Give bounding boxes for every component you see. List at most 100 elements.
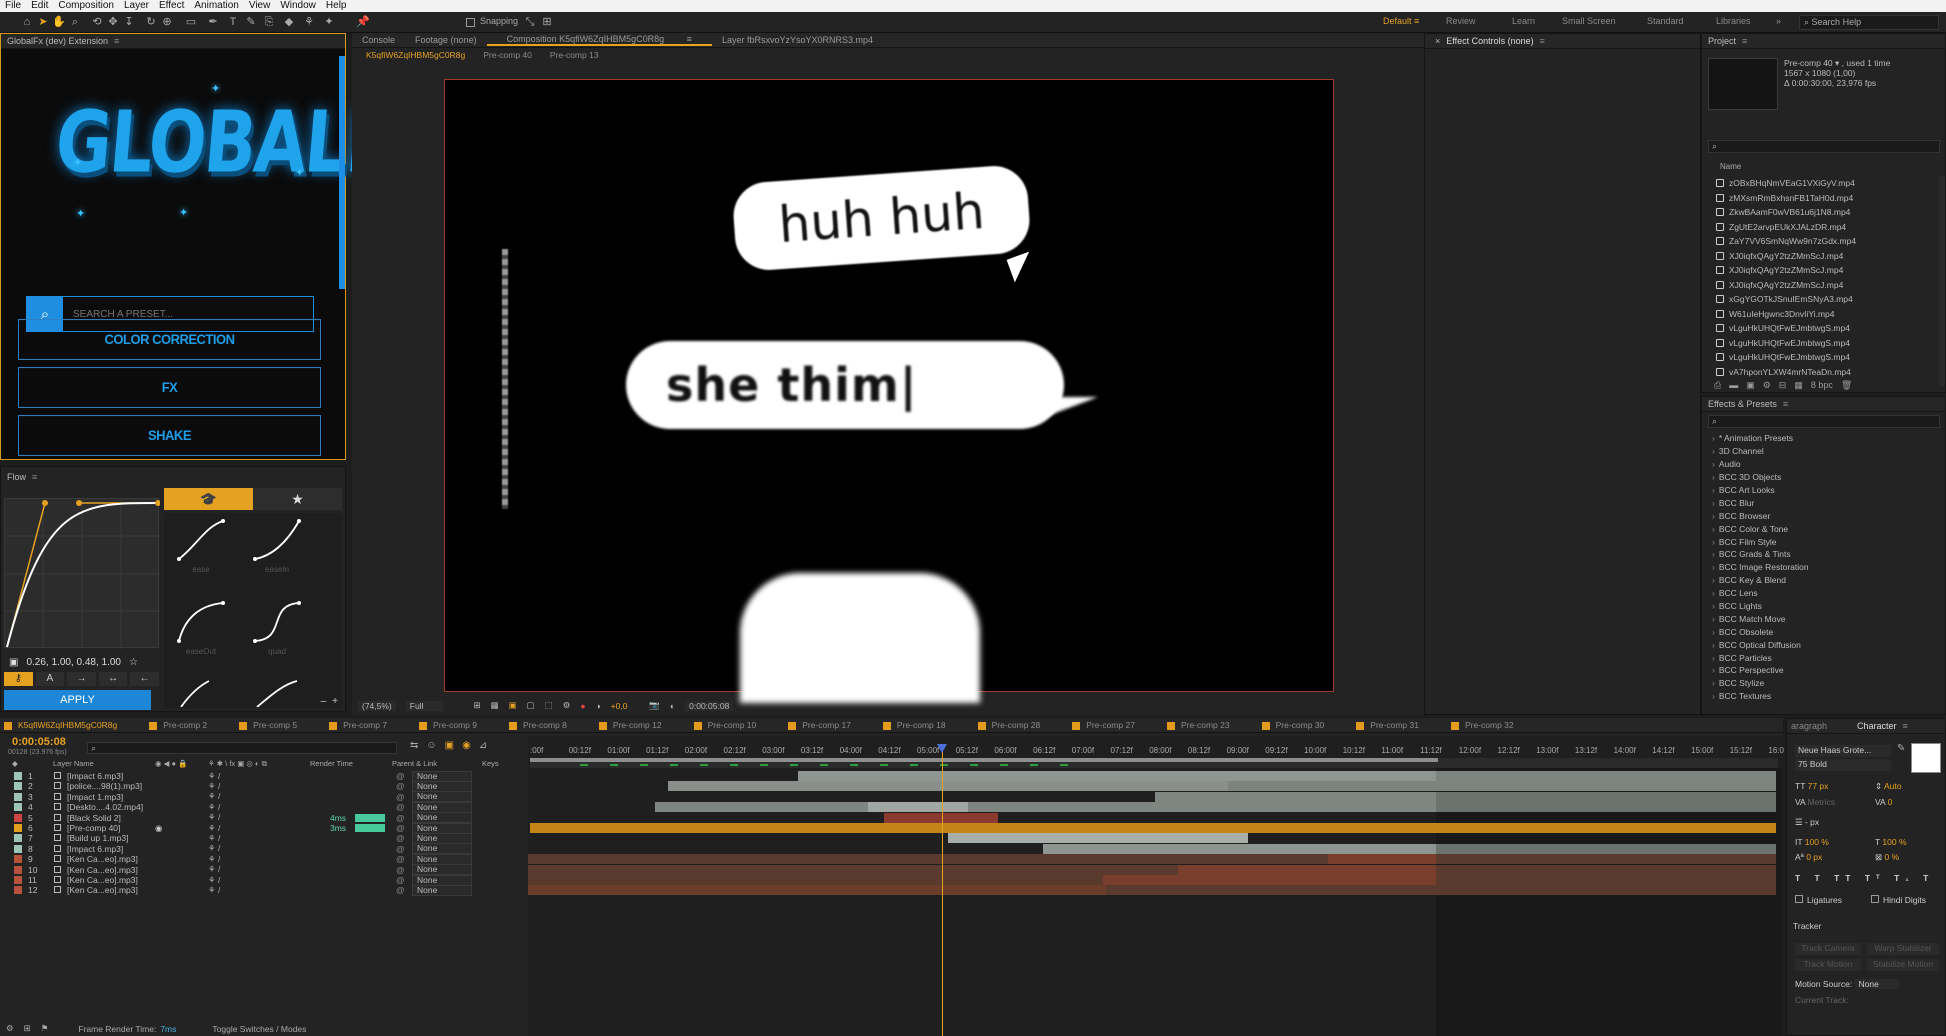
- layer-row[interactable]: 11 [Ken Ca...eo].mp3] ⚘ / @ None: [0, 874, 528, 886]
- pickwhip-icon[interactable]: @: [396, 771, 405, 781]
- kerning-value[interactable]: Metrics: [1808, 797, 1835, 807]
- menu-item-composition[interactable]: Composition: [53, 0, 119, 12]
- eraser-tool-icon[interactable]: ◆: [282, 15, 296, 29]
- preset-easein[interactable]: easeIn: [242, 515, 312, 577]
- pan-tool-icon[interactable]: ✥: [106, 15, 120, 29]
- layer-bar[interactable]: [884, 812, 998, 823]
- layer-bar-segment[interactable]: [668, 781, 1228, 792]
- layer-label-color[interactable]: [14, 886, 22, 895]
- layer-bar-segment[interactable]: [1103, 875, 1436, 885]
- 3d-icon[interactable]: ⬚: [545, 700, 553, 711]
- parent-select[interactable]: None: [412, 812, 472, 824]
- timeline-tab[interactable]: Pre-comp 27: [1068, 720, 1163, 730]
- layer-row[interactable]: 10 [Ken Ca...eo].mp3] ⚘ / @ None: [0, 864, 528, 876]
- layer-label-color[interactable]: [14, 865, 22, 874]
- menu-item-edit[interactable]: Edit: [26, 0, 53, 12]
- time-ruler[interactable]: :00f 00:12f 01:00f 01:12f 02:00f 02:12f 03:00f…: [528, 746, 1784, 758]
- selection-tool-icon[interactable]: ➤: [36, 15, 50, 29]
- layer-switches[interactable]: ⚘ /: [208, 823, 220, 834]
- layer-label-color[interactable]: [14, 876, 22, 884]
- remove-icon[interactable]: –: [321, 696, 327, 708]
- menu-item-file[interactable]: File: [0, 0, 26, 12]
- effect-category[interactable]: BCC Textures: [1702, 690, 1940, 703]
- hand-tool-icon[interactable]: ✋: [52, 15, 66, 29]
- project-item[interactable]: zMXsmRmBxhsnFB1TaH0d.mp4: [1702, 191, 1940, 206]
- effect-category[interactable]: BCC Browser: [1702, 509, 1940, 522]
- orbit-tool-icon[interactable]: ⟲: [90, 15, 104, 29]
- workspace-review[interactable]: Review: [1446, 16, 1476, 26]
- vscale-value[interactable]: 100 %: [1805, 837, 1829, 847]
- project-item[interactable]: ZgUtE2arvpEUkXJALzDR.mp4: [1702, 220, 1940, 235]
- timeline-tab[interactable]: Pre-comp 32: [1447, 720, 1542, 730]
- project-column-name[interactable]: Name: [1720, 162, 1741, 171]
- type-tool-icon[interactable]: T: [226, 15, 240, 29]
- motion-blur-icon[interactable]: ◉: [462, 740, 471, 751]
- crumb-precomp-40[interactable]: Pre-comp 40: [483, 50, 532, 60]
- scrollbar[interactable]: [339, 56, 345, 289]
- workspace-default[interactable]: Default: [1383, 16, 1412, 26]
- region-icon[interactable]: ▦: [491, 700, 499, 711]
- new-comp-icon[interactable]: ▣: [1746, 380, 1755, 391]
- workspace-libraries[interactable]: Libraries: [1716, 16, 1751, 26]
- effect-category[interactable]: BCC Optical Diffusion: [1702, 638, 1940, 651]
- effect-category[interactable]: BCC Particles: [1702, 651, 1940, 664]
- shake-button[interactable]: SHAKE: [18, 415, 321, 456]
- workspace-menu-icon[interactable]: ≡: [1414, 16, 1419, 26]
- menu-item-effect[interactable]: Effect: [154, 0, 189, 12]
- ligatures-checkbox[interactable]: [1795, 895, 1803, 903]
- header-render-time[interactable]: Render Time: [310, 759, 353, 768]
- panel-menu-icon[interactable]: ≡: [677, 34, 702, 44]
- effects-search-input[interactable]: ⌕: [1708, 415, 1940, 428]
- parent-select[interactable]: None: [412, 832, 472, 844]
- layer-label-color[interactable]: [14, 792, 22, 801]
- text-style-buttons[interactable]: T T TT Tᵀ T₁ T: [1795, 873, 1934, 883]
- zoom-select[interactable]: (74,5%): [358, 700, 396, 711]
- workspace-more-icon[interactable]: »: [1776, 16, 1781, 26]
- workspace-small-screen[interactable]: Small Screen: [1562, 16, 1616, 26]
- header-parent[interactable]: Parent & Link: [392, 759, 437, 768]
- arrows-both-icon[interactable]: ↔: [98, 672, 128, 686]
- panel-menu-icon[interactable]: ≡: [1783, 399, 1788, 409]
- tab-paragraph[interactable]: aragraph: [1787, 721, 1827, 731]
- layer-row[interactable]: 3 [Impact 1.mp3] ⚘ / @ None: [0, 791, 528, 803]
- quality-select[interactable]: Full: [405, 700, 444, 711]
- project-item[interactable]: W61uIeHgwnc3DnvIiYi.mp4: [1702, 307, 1940, 322]
- parent-select[interactable]: None: [412, 843, 472, 855]
- font-family-select[interactable]: Neue Haas Grote...: [1795, 745, 1891, 757]
- arrow-left-icon[interactable]: ←: [130, 672, 159, 686]
- preset-more[interactable]: [166, 679, 236, 708]
- effect-category[interactable]: BCC Grads & Tints: [1702, 548, 1940, 561]
- parent-select[interactable]: None: [412, 874, 472, 886]
- pickwhip-icon[interactable]: @: [396, 781, 405, 791]
- layer-label-color[interactable]: [14, 772, 22, 780]
- project-item[interactable]: zOBxBHqNmVEaG1VXiGyV.mp4: [1702, 176, 1940, 191]
- layer-bar-segment[interactable]: [1043, 843, 1436, 854]
- trash-icon[interactable]: 🗑: [1841, 380, 1852, 391]
- crumb-precomp-13[interactable]: Pre-comp 13: [550, 50, 599, 60]
- effect-category[interactable]: 3D Channel: [1702, 445, 1940, 458]
- effect-category[interactable]: BCC Image Restoration: [1702, 561, 1940, 574]
- layer-row[interactable]: 2 [police....98(1).mp3] ⚘ / @ None: [0, 780, 528, 792]
- effect-category[interactable]: * Animation Presets: [1702, 432, 1940, 445]
- timeline-tab[interactable]: Pre-comp 17: [784, 720, 879, 730]
- color-correction-button[interactable]: COLOR CORRECTION: [18, 319, 321, 360]
- layer-switches[interactable]: ⚘ /: [208, 854, 220, 865]
- parent-select[interactable]: None: [412, 801, 472, 813]
- project-search-input[interactable]: ⌕: [1708, 140, 1940, 153]
- layer-switches[interactable]: ⚘ /: [208, 781, 220, 792]
- workspace-learn[interactable]: Learn: [1512, 16, 1535, 26]
- timeline-tab[interactable]: Pre-comp 30: [1258, 720, 1353, 730]
- layer-label-color[interactable]: [14, 813, 22, 822]
- parent-select[interactable]: None: [412, 791, 472, 803]
- transparency-icon[interactable]: ▣: [509, 700, 517, 711]
- layer-row[interactable]: 1 [Impact 6.mp3] ⚘ / @ None: [0, 770, 528, 782]
- rotate-tool-icon[interactable]: ↻: [144, 15, 158, 29]
- parent-select[interactable]: None: [412, 822, 472, 834]
- effect-category[interactable]: BCC 3D Objects: [1702, 471, 1940, 484]
- layer-name[interactable]: [Pre-comp 40]: [67, 823, 120, 833]
- preset-ease[interactable]: ease: [166, 515, 236, 577]
- motion-source-select[interactable]: None: [1854, 979, 1899, 989]
- layer-bar-segment[interactable]: [868, 802, 968, 813]
- exposure-icon[interactable]: ◑: [595, 701, 600, 711]
- layer-bar[interactable]: [528, 864, 1776, 875]
